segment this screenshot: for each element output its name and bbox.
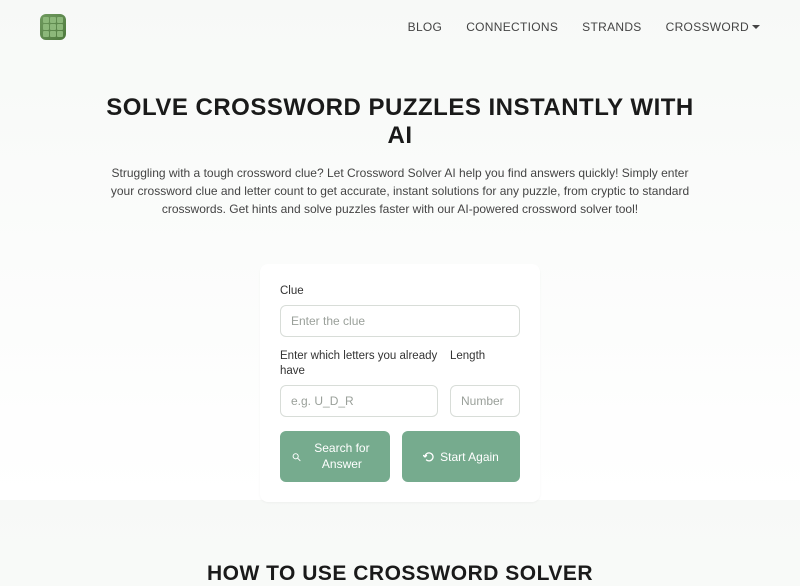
nav-links: BLOG CONNECTIONS STRANDS CROSSWORD: [408, 20, 760, 34]
search-button-label: Search for Answer: [306, 441, 378, 472]
hero-description: Struggling with a tough crossword clue? …: [100, 164, 700, 218]
nav-link-label: CROSSWORD: [666, 20, 749, 34]
letters-input[interactable]: [280, 385, 438, 417]
hero-section: SOLVE CROSSWORD PUZZLES INSTANTLY WITH A…: [0, 54, 800, 238]
nav-link-blog[interactable]: BLOG: [408, 20, 443, 34]
reset-button[interactable]: Start Again: [402, 431, 520, 482]
refresh-icon: [423, 451, 435, 463]
letters-field: Enter which letters you already have: [280, 349, 438, 417]
nav-link-strands[interactable]: STRANDS: [582, 20, 641, 34]
search-button[interactable]: Search for Answer: [280, 431, 390, 482]
clue-field: Clue: [280, 284, 520, 337]
search-icon: [292, 451, 301, 463]
reset-button-label: Start Again: [440, 450, 499, 464]
hero-title: SOLVE CROSSWORD PUZZLES INSTANTLY WITH A…: [100, 94, 700, 150]
clue-input[interactable]: [280, 305, 520, 337]
main-nav: BLOG CONNECTIONS STRANDS CROSSWORD: [0, 0, 800, 54]
nav-link-connections[interactable]: CONNECTIONS: [466, 20, 558, 34]
length-field: Length: [450, 349, 520, 417]
length-label: Length: [450, 349, 520, 379]
clue-label: Clue: [280, 284, 520, 299]
solver-form-card: Clue Enter which letters you already hav…: [260, 264, 540, 502]
chevron-down-icon: [752, 25, 760, 30]
logo-icon[interactable]: [40, 14, 66, 40]
nav-link-crossword[interactable]: CROSSWORD: [666, 20, 760, 34]
letters-label: Enter which letters you already have: [280, 349, 438, 379]
how-to-title: HOW TO USE CROSSWORD SOLVER: [0, 562, 800, 586]
length-input[interactable]: [450, 385, 520, 417]
